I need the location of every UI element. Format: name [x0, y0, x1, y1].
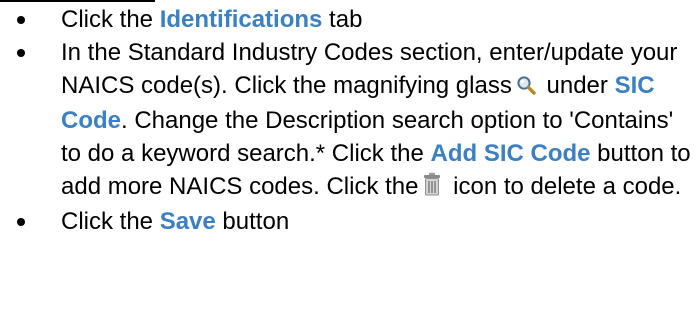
step-naics-codes: In the Standard Industry Codes section, …	[0, 36, 699, 205]
identifications-tab-link[interactable]: Identifications	[160, 6, 323, 33]
step-save: Click the Save button	[0, 205, 699, 238]
magnifying-glass-icon[interactable]	[516, 71, 536, 104]
instructions-page: { "colors": { "highlight": "#3b7fc4", "t…	[0, 0, 699, 321]
step-text: Click the	[61, 208, 160, 235]
step-text: icon to delete a code.	[446, 173, 682, 200]
instruction-list: Click the Identifications tab In the Sta…	[0, 3, 699, 238]
step-text: tab	[322, 6, 363, 33]
step-text: under	[539, 72, 615, 99]
step-text: button	[215, 208, 290, 235]
bullet-icon	[17, 49, 25, 57]
bullet-icon	[17, 16, 25, 24]
save-button[interactable]: Save	[160, 208, 216, 235]
step-identifications-tab: Click the Identifications tab	[0, 3, 699, 36]
top-divider	[0, 0, 155, 2]
add-sic-code-button[interactable]: Add SIC Code	[431, 140, 591, 167]
bullet-icon	[17, 218, 25, 226]
trash-can-icon[interactable]	[422, 172, 442, 205]
step-text: Click the	[61, 6, 160, 33]
